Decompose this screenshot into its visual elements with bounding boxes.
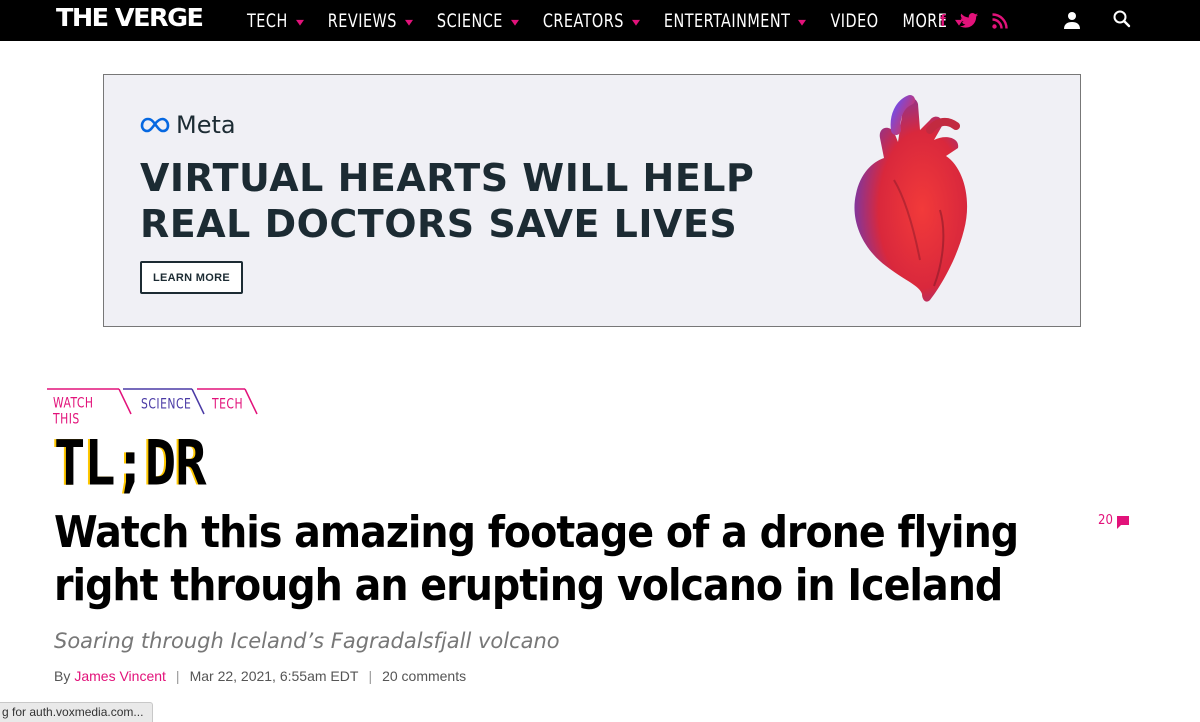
nav-item-entertainment[interactable]: ENTERTAINMENT: [664, 10, 807, 31]
comment-bubble-icon: [1116, 516, 1129, 529]
comment-count-link[interactable]: 20: [1098, 513, 1129, 529]
chevron-down-icon: [404, 19, 413, 26]
heart-illustration: [854, 95, 968, 302]
tag-tech[interactable]: TECH: [212, 396, 243, 412]
browser-status-bar: g for auth.voxmedia.com...: [0, 702, 153, 722]
article-kicker: TL;DR: [54, 428, 207, 500]
byline-separator: |: [175, 668, 180, 684]
nav-item-tech[interactable]: TECH: [247, 10, 304, 31]
meta-logo: Meta: [140, 111, 236, 139]
chevron-down-icon: [631, 19, 640, 26]
user-icon[interactable]: [1063, 11, 1081, 29]
nav-item-video[interactable]: VIDEO: [830, 10, 878, 32]
learn-more-button[interactable]: LEARN MORE: [140, 261, 243, 294]
twitter-icon[interactable]: [959, 13, 978, 28]
chevron-down-icon: [510, 19, 519, 26]
nav-item-reviews[interactable]: REVIEWS: [328, 10, 413, 31]
search-icon[interactable]: [1112, 9, 1132, 29]
nav-item-creators[interactable]: CREATORS: [543, 10, 640, 31]
article-headline: Watch this amazing footage of a drone fl…: [54, 507, 1019, 611]
site-logo[interactable]: THE VERGE: [56, 3, 204, 32]
byline: By James Vincent | Mar 22, 2021, 6:55am …: [54, 668, 467, 684]
comments-link[interactable]: 20 comments: [382, 668, 466, 684]
rss-icon[interactable]: [991, 12, 1008, 29]
article-dek: Soaring through Iceland’s Fagradalsfjall…: [54, 629, 560, 653]
nav-item-science[interactable]: SCIENCE: [437, 10, 519, 31]
nav-menu: TECH REVIEWS SCIENCE CREATORS ENTERTAINM…: [247, 0, 987, 41]
tag-science[interactable]: SCIENCE: [141, 396, 191, 412]
publish-date: Mar 22, 2021, 6:55am EDT: [189, 668, 359, 684]
top-nav: THE VERGE TECH REVIEWS SCIENCE CREATORS …: [0, 0, 1200, 41]
tag-watch-this[interactable]: WATCH THIS: [53, 395, 94, 427]
meta-advertisement[interactable]: Meta VIRTUAL HEARTS WILL HELP REAL DOCTO…: [103, 74, 1081, 327]
facebook-icon[interactable]: f: [940, 11, 946, 31]
ad-headline: VIRTUAL HEARTS WILL HELP REAL DOCTORS SA…: [140, 156, 755, 246]
byline-separator: |: [368, 668, 373, 684]
chevron-down-icon: [798, 19, 807, 26]
social-links: f: [940, 0, 1008, 41]
chevron-down-icon: [295, 19, 304, 26]
author-link[interactable]: James Vincent: [74, 668, 166, 684]
meta-infinity-icon: [140, 117, 170, 133]
